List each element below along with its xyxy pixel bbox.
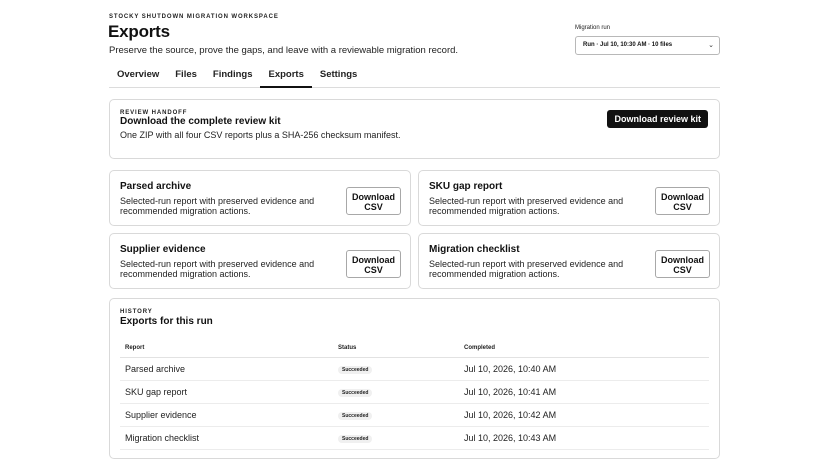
row-report: SKU gap report [120,380,333,404]
report-card-sku-gap: SKU gap report Selected-run report with … [418,170,720,226]
tab-bar: Overview Files Findings Exports Settings [109,62,720,88]
download-csv-format: CSV [673,265,692,275]
download-csv-format: CSV [364,265,383,275]
row-status-cell: Succeeded [333,403,459,427]
export-history-card: HISTORY Exports for this run Report Stat… [109,298,720,459]
report-description: Selected-run report with preserved evide… [429,259,624,279]
download-review-kit-button[interactable]: Download review kit [607,110,708,128]
download-csv-format: CSV [364,202,383,212]
run-select-value: Run · Jul 10, 10:30 AM · 10 files [583,42,673,48]
download-csv-format: CSV [673,202,692,212]
report-title: Parsed archive [120,181,192,192]
status-badge: Succeeded [338,435,373,443]
table-row: Supplier evidence Succeeded Jul 10, 2026… [120,403,709,427]
report-description: Selected-run report with preserved evide… [429,196,624,216]
report-description: Selected-run report with preserved evide… [120,259,315,279]
row-completed: Jul 10, 2026, 10:42 AM [459,403,709,427]
chevron-down-icon: ⌄ [708,42,714,49]
review-handoff-card: REVIEW HANDOFF Download the complete rev… [109,99,720,159]
tab-exports[interactable]: Exports [260,62,312,88]
history-eyebrow: HISTORY [120,309,153,315]
row-report: Supplier evidence [120,403,333,427]
table-row: SKU gap report Succeeded Jul 10, 2026, 1… [120,380,709,404]
row-completed: Jul 10, 2026, 10:40 AM [459,357,709,381]
tab-files[interactable]: Files [167,62,205,88]
table-row: Migration checklist Succeeded Jul 10, 20… [120,426,709,450]
report-title: Migration checklist [429,244,520,255]
report-title: Supplier evidence [120,244,206,255]
report-description: Selected-run report with preserved evide… [120,196,315,216]
handoff-title: Download the complete review kit [120,116,281,127]
tab-settings[interactable]: Settings [312,62,365,88]
download-csv-button[interactable]: Download CSV [346,187,401,215]
download-csv-button[interactable]: Download CSV [655,250,710,278]
download-csv-button[interactable]: Download CSV [346,250,401,278]
download-csv-label: Download [661,192,704,202]
status-badge: Succeeded [338,366,373,374]
workspace-kicker: STOCKY SHUTDOWN MIGRATION WORKSPACE [109,14,279,20]
report-title: SKU gap report [429,181,503,192]
row-report: Migration checklist [120,426,333,450]
download-csv-label: Download [661,255,704,265]
row-status-cell: Succeeded [333,380,459,404]
status-badge: Succeeded [338,389,373,397]
row-completed: Jul 10, 2026, 10:41 AM [459,380,709,404]
column-header-status: Status [333,339,459,358]
row-status-cell: Succeeded [333,426,459,450]
row-completed: Jul 10, 2026, 10:43 AM [459,426,709,450]
download-csv-label: Download [352,255,395,265]
download-csv-button[interactable]: Download CSV [655,187,710,215]
tab-findings[interactable]: Findings [205,62,261,88]
status-badge: Succeeded [338,412,373,420]
row-status-cell: Succeeded [333,357,459,381]
row-report: Parsed archive [120,357,333,381]
report-card-migration-checklist: Migration checklist Selected-run report … [418,233,720,289]
tab-overview[interactable]: Overview [109,62,167,88]
run-select[interactable]: Run · Jul 10, 10:30 AM · 10 files ⌄ [575,36,720,55]
history-title: Exports for this run [120,316,213,327]
page-subtitle: Preserve the source, prove the gaps, and… [109,45,459,56]
column-header-completed: Completed [459,339,709,358]
run-picker-label: Migration run [575,25,611,31]
download-csv-label: Download [352,192,395,202]
column-header-report: Report [120,339,333,358]
report-card-supplier-evidence: Supplier evidence Selected-run report wi… [109,233,411,289]
table-header-row: Report Status Completed [120,339,709,358]
table-row: Parsed archive Succeeded Jul 10, 2026, 1… [120,357,709,381]
handoff-description: One ZIP with all four CSV reports plus a… [120,130,401,140]
report-card-parsed-archive: Parsed archive Selected-run report with … [109,170,411,226]
page-title: Exports [108,22,170,41]
export-history-table: Report Status Completed Parsed archive S… [120,339,709,450]
